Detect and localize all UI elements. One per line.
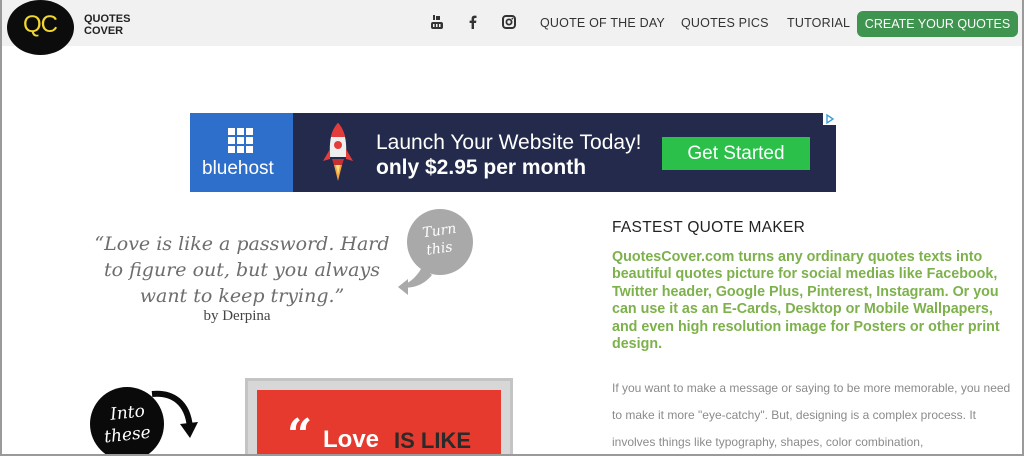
rocket-icon [323, 123, 353, 181]
bluehost-ad-banner[interactable]: bluehost Launch Your Website Today! only… [190, 113, 836, 192]
nav-tutorial[interactable]: TUTORIAL [787, 16, 850, 30]
nav-quotes-pics[interactable]: QUOTES PICS [681, 16, 769, 30]
example-quote-author: by Derpina [203, 308, 271, 324]
logo-wordmark[interactable]: QUOTES COVER [84, 13, 130, 37]
into-these-bubble: Into these [90, 387, 198, 454]
facebook-icon[interactable] [466, 15, 480, 29]
poster-word-1: Love [323, 426, 380, 453]
example-quote-text: “Love is like a password. Hard to figure… [94, 233, 390, 307]
ad-price: only $2.95 per month [376, 156, 587, 179]
adchoices-icon[interactable] [823, 113, 836, 125]
turn-this-bubble: Turn this [398, 209, 473, 295]
logo-initials: QC [23, 11, 58, 38]
nav-quote-of-the-day[interactable]: QUOTE OF THE DAY [540, 16, 665, 30]
ad-headline: Launch Your Website Today! [376, 131, 642, 154]
page: QC QUOTES COVER QUOTE OF THE DAY QUOTES … [0, 0, 1024, 456]
ad-brand-name: bluehost [202, 158, 274, 179]
logo-wordmark-line2: COVER [84, 25, 124, 37]
into-bubble-line1: Into [108, 401, 146, 425]
intro-body-text: If you want to make a message or saying … [612, 381, 1011, 449]
site-header: QC QUOTES COVER QUOTE OF THE DAY QUOTES … [2, 0, 1022, 55]
section-title: FASTEST QUOTE MAKER [612, 219, 806, 236]
instagram-icon[interactable] [502, 15, 516, 29]
intro-highlight-text: QuotesCover.com turns any ordinary quote… [612, 249, 1000, 353]
ad-brand-panel: bluehost [190, 113, 293, 192]
create-your-quotes-button[interactable]: CREATE YOUR QUOTES [857, 11, 1018, 37]
youtube-icon[interactable] [430, 15, 444, 29]
get-started-button[interactable]: Get Started [662, 137, 810, 170]
poster-word-2: IS LIKE [394, 428, 472, 453]
logo-wordmark-line1: QUOTES [84, 13, 131, 25]
poster-canvas: “ Love IS LIKE [257, 390, 501, 456]
poster-quote-mark: “ [287, 410, 313, 456]
bluehost-grid-icon [228, 128, 253, 153]
logo[interactable]: QC [7, 0, 74, 55]
example-poster: “ Love IS LIKE [245, 378, 513, 456]
